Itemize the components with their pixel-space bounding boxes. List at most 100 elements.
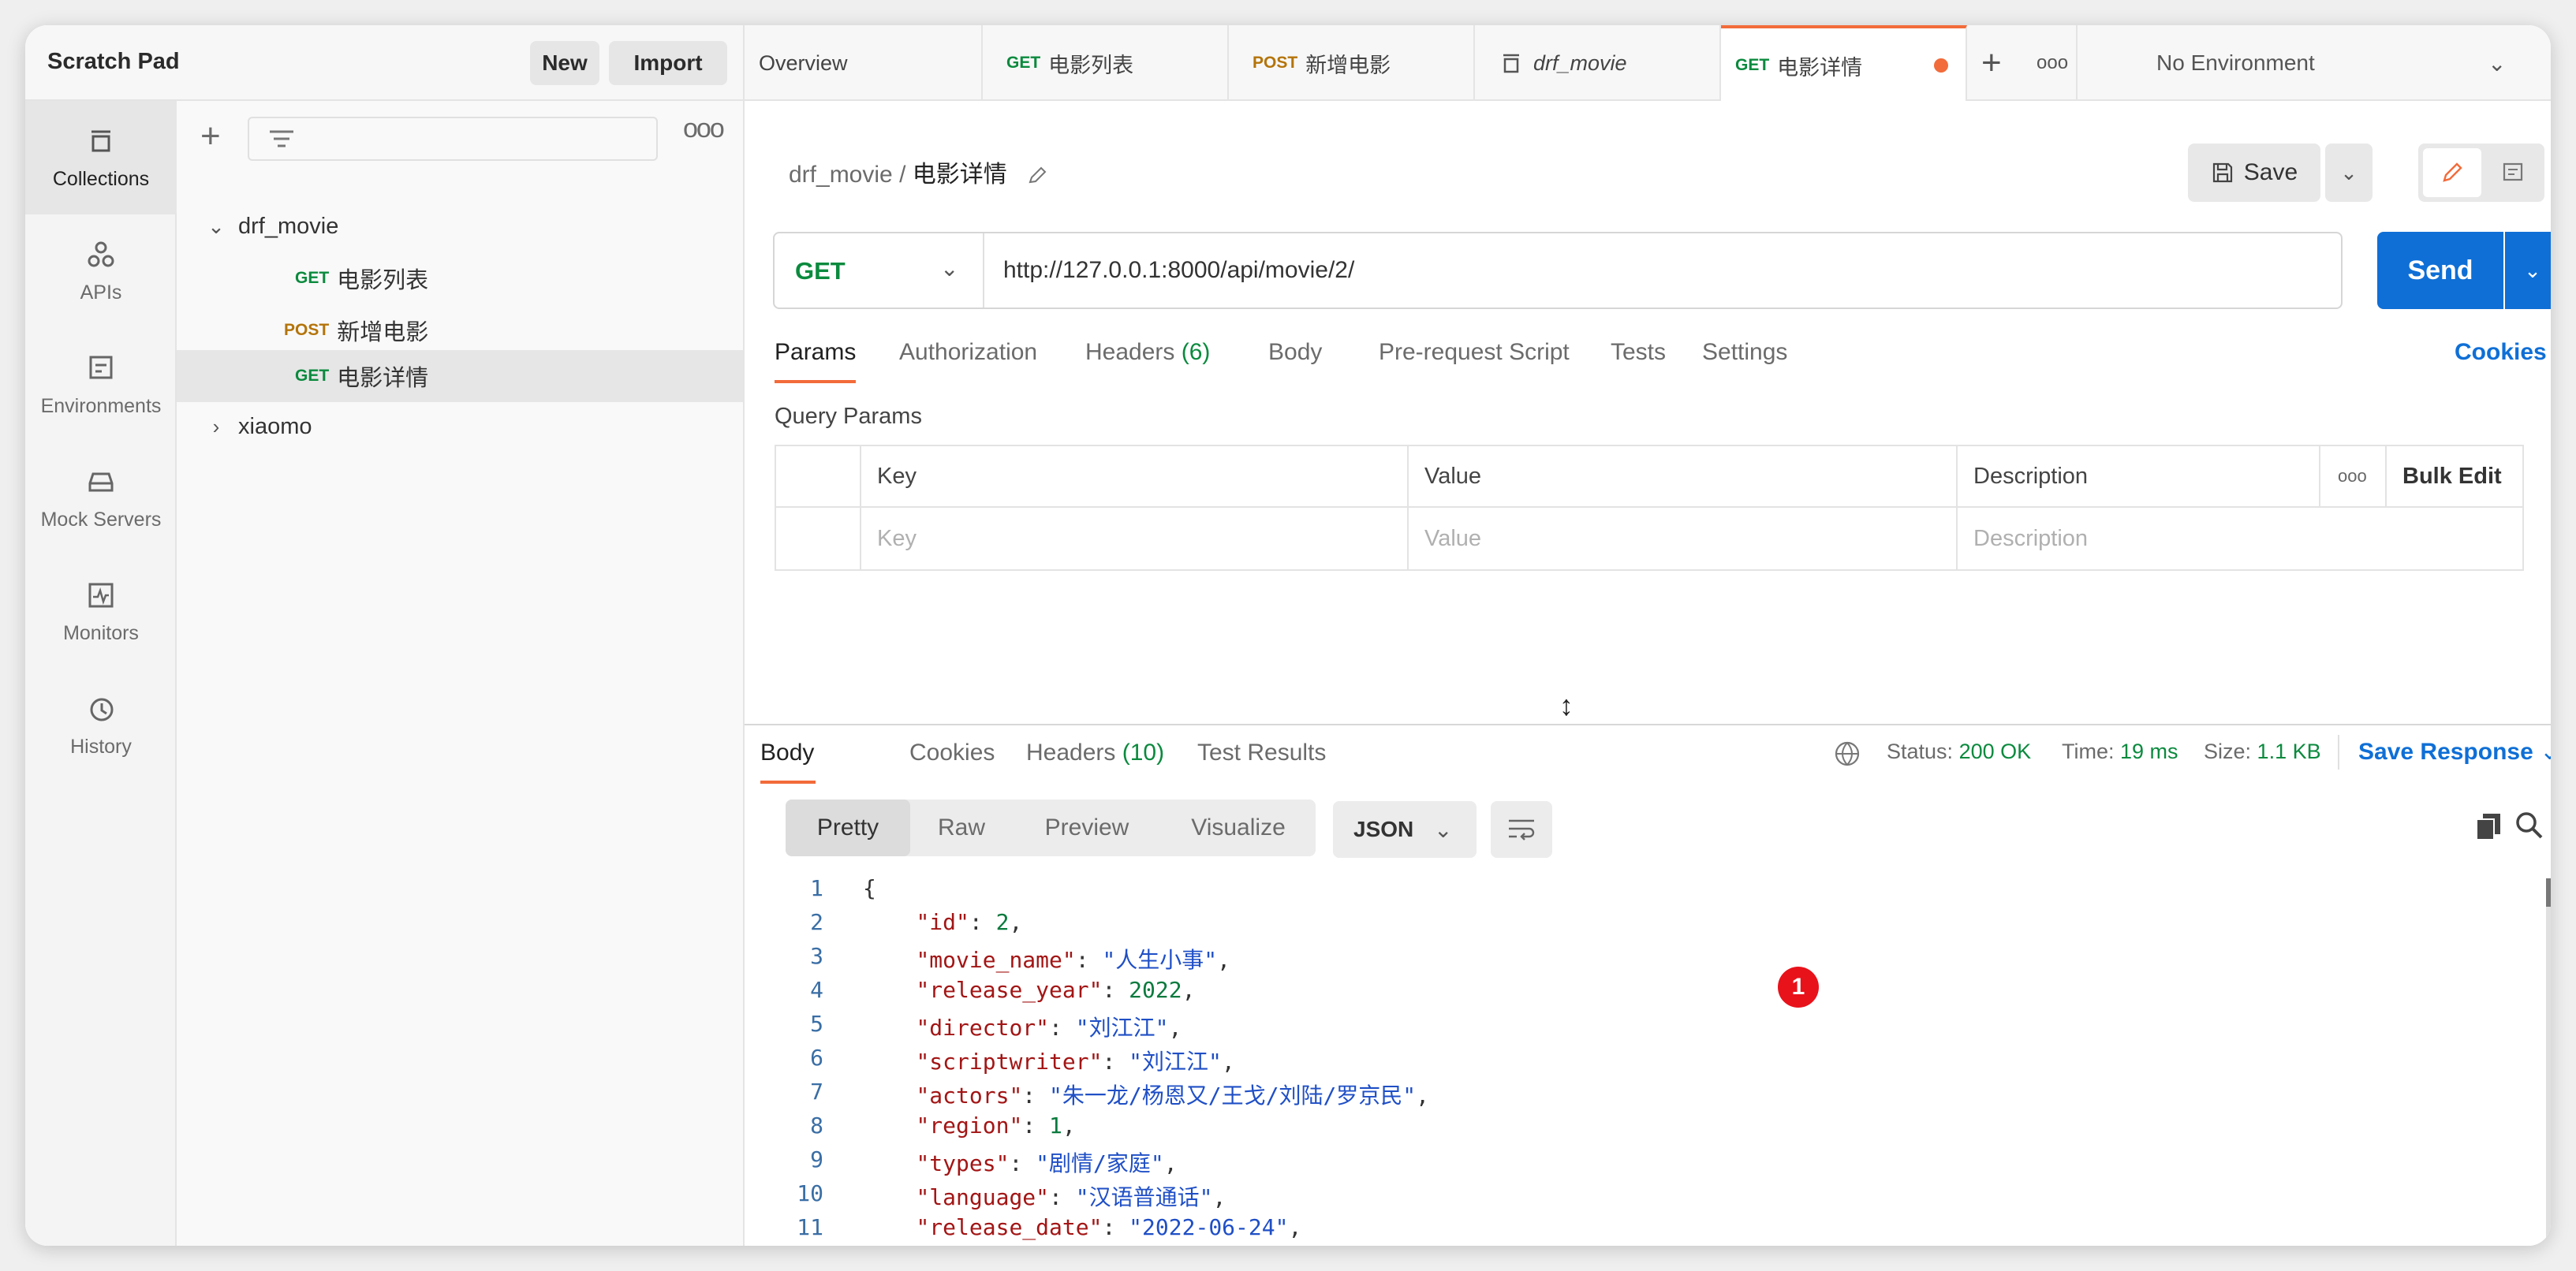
- key-input[interactable]: Key: [861, 508, 1409, 569]
- tree-request[interactable]: GET 电影列表: [177, 252, 743, 304]
- tab-settings[interactable]: Settings: [1702, 339, 1787, 366]
- tab-tests[interactable]: Tests: [1611, 339, 1666, 366]
- code-text: "release_year": 2022,: [916, 977, 1196, 1003]
- edit-name-icon[interactable]: [1026, 165, 1048, 187]
- column-options-icon[interactable]: ooo: [2320, 446, 2387, 508]
- add-collection-icon[interactable]: +: [200, 117, 221, 156]
- search-icon[interactable]: [2514, 811, 2544, 840]
- tab-headers[interactable]: Headers (6): [1085, 339, 1210, 366]
- method-select[interactable]: GET: [795, 257, 846, 285]
- tab-overflow-icon[interactable]: ooo: [2022, 25, 2078, 101]
- save-response-button[interactable]: Save Response ⌄: [2358, 738, 2551, 766]
- rail-item-history[interactable]: History: [25, 669, 177, 782]
- tree-request[interactable]: POST 新增电影: [177, 304, 743, 356]
- line-number: 1: [810, 875, 823, 901]
- filter-input[interactable]: [248, 117, 658, 161]
- scrollbar-thumb[interactable]: [2546, 878, 2551, 907]
- tree-collection-xiaomo[interactable]: › xiaomo: [177, 401, 743, 453]
- tree-request-selected[interactable]: GET 电影详情: [177, 350, 743, 402]
- environment-selector[interactable]: No Environment ⌄: [2156, 25, 2506, 101]
- breadcrumb-request-name[interactable]: 电影详情: [913, 162, 1007, 188]
- rail-item-environments[interactable]: Environments: [25, 328, 177, 442]
- description-input[interactable]: Description: [1958, 508, 2524, 569]
- divider: [983, 233, 984, 308]
- rail-item-monitors[interactable]: Monitors: [25, 555, 177, 669]
- method-badge: POST: [284, 321, 330, 339]
- new-button[interactable]: New: [530, 41, 599, 85]
- tab-pre-request-script[interactable]: Pre-request Script: [1379, 339, 1570, 366]
- rail-item-apis[interactable]: APIs: [25, 214, 177, 328]
- url-input[interactable]: http://127.0.0.1:8000/api/movie/2/: [1003, 257, 1354, 284]
- headers-count: (6): [1181, 339, 1211, 365]
- view-preview[interactable]: Preview: [1013, 800, 1161, 856]
- tab-response-body[interactable]: Body: [760, 740, 816, 784]
- status-value: 200 OK: [1958, 740, 2032, 763]
- tab-request-active[interactable]: GET 电影详情: [1721, 25, 1967, 102]
- method-badge: GET: [1735, 56, 1770, 74]
- send-options-button[interactable]: ⌄: [2505, 232, 2551, 309]
- line-number: 3: [810, 943, 823, 969]
- table-header-key: Key: [861, 446, 1409, 508]
- rail-item-mock-servers[interactable]: Mock Servers: [25, 442, 177, 555]
- tab-overview[interactable]: Overview: [745, 25, 983, 101]
- response-body-code[interactable]: 1 {2 "id": 2, 3 "movie_name": "人生小事", 4 "re…: [745, 875, 2511, 1246]
- pane-divider[interactable]: [745, 724, 2551, 725]
- tab-collection[interactable]: drf_movie: [1475, 25, 1721, 101]
- request-panel: drf_movie / 电影详情 Save ⌄ GET ⌄ http://127…: [745, 101, 2551, 1246]
- tab-params[interactable]: Params: [775, 339, 857, 383]
- cookies-link[interactable]: Cookies: [2455, 339, 2547, 366]
- tab-label: Headers: [1026, 740, 1116, 766]
- new-tab-icon[interactable]: +: [1967, 25, 2016, 101]
- size-value: 1.1 KB: [2257, 740, 2321, 763]
- line-number: 9: [810, 1146, 823, 1172]
- more-options-icon[interactable]: ooo: [683, 114, 725, 144]
- bulk-edit-button[interactable]: Bulk Edit: [2387, 446, 2524, 508]
- collection-icon: [1503, 54, 1519, 73]
- tab-authorization[interactable]: Authorization: [899, 339, 1037, 366]
- rail-item-collections[interactable]: Collections: [25, 101, 177, 214]
- scrollbar[interactable]: [2546, 878, 2551, 1246]
- table-header-value: Value: [1409, 446, 1958, 508]
- query-params-table: Key Value Description ooo Bulk Edit Key …: [775, 445, 2524, 571]
- copy-icon[interactable]: [2475, 812, 2502, 840]
- send-button[interactable]: Send: [2377, 232, 2503, 309]
- tab-test-results[interactable]: Test Results: [1197, 740, 1326, 766]
- view-visualize[interactable]: Visualize: [1161, 800, 1316, 856]
- tab-request[interactable]: GET 电影列表: [983, 25, 1229, 101]
- monitors-icon: [88, 583, 114, 607]
- tab-label: Headers: [1085, 339, 1175, 365]
- chevron-down-icon: ⌄: [2540, 739, 2551, 765]
- tree-collection-drf-movie[interactable]: ⌄ drf_movie: [177, 200, 743, 252]
- tab-response-headers[interactable]: Headers (10): [1026, 740, 1164, 766]
- tab-body[interactable]: Body: [1268, 339, 1322, 366]
- line-number: 6: [810, 1045, 823, 1071]
- tab-response-cookies[interactable]: Cookies: [909, 740, 995, 766]
- tree-item-label: 电影详情: [337, 366, 429, 391]
- value-input[interactable]: Value: [1409, 508, 1958, 569]
- chevron-down-icon: ⌄: [2488, 50, 2507, 76]
- view-raw[interactable]: Raw: [910, 800, 1013, 856]
- history-icon: [90, 698, 114, 721]
- wrap-lines-button[interactable]: [1491, 801, 1552, 858]
- tree-item-label: xiaomo: [238, 413, 312, 439]
- rail-label: Mock Servers: [40, 508, 162, 531]
- workspace-title[interactable]: Scratch Pad: [47, 49, 180, 75]
- tab-request[interactable]: POST 新增电影: [1229, 25, 1475, 101]
- globe-icon[interactable]: [1833, 740, 1861, 768]
- format-select[interactable]: JSON ⌄: [1333, 801, 1477, 858]
- apis-icon: [88, 241, 114, 266]
- chevron-down-icon: ⌄: [2340, 160, 2358, 184]
- view-pretty[interactable]: Pretty: [786, 800, 910, 856]
- edit-mode-button[interactable]: [2423, 148, 2481, 197]
- import-button[interactable]: Import: [609, 41, 727, 85]
- save-button[interactable]: Save: [2188, 144, 2320, 202]
- unsaved-dot-icon: [1934, 58, 1948, 73]
- save-label: Save: [2243, 159, 2298, 185]
- comments-mode-button[interactable]: [2486, 148, 2540, 197]
- environments-icon: [89, 356, 113, 378]
- breadcrumb-collection[interactable]: drf_movie: [789, 162, 893, 188]
- chevron-down-icon[interactable]: ⌄: [940, 255, 958, 281]
- save-options-button[interactable]: ⌄: [2325, 144, 2373, 202]
- rail-label: APIs: [80, 281, 122, 304]
- resize-handle-icon[interactable]: ↕: [1559, 689, 1574, 722]
